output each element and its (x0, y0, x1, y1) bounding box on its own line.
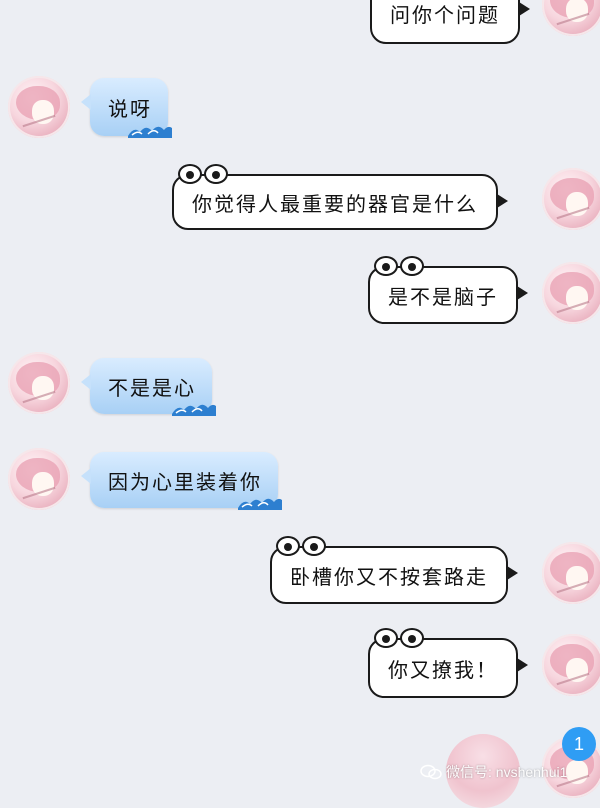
my-avatar[interactable] (542, 0, 600, 36)
my-avatar[interactable] (542, 168, 600, 230)
my-avatar[interactable] (542, 542, 600, 604)
chat-thread: 问你个问题 说呀 你觉得人最重要的器官是什么 是不是脑子 不是是心 因为心里装着… (0, 0, 600, 808)
my-avatar[interactable] (542, 634, 600, 696)
message-text: 卧槽你又不按套路走 (290, 564, 488, 589)
message-row-outgoing: 你觉得人最重要的器官是什么 (0, 160, 600, 240)
wave-decoration-icon (172, 404, 216, 416)
message-bubble-outgoing[interactable]: 是不是脑子 (368, 256, 528, 324)
contact-avatar[interactable] (8, 352, 70, 414)
my-avatar[interactable] (542, 262, 600, 324)
message-row-incoming: 说呀 (0, 72, 600, 142)
message-bubble-incoming[interactable]: 因为心里装着你 (81, 452, 282, 510)
message-text: 你觉得人最重要的器官是什么 (192, 191, 478, 216)
contact-avatar[interactable] (8, 448, 70, 510)
message-text: 是不是脑子 (388, 284, 498, 309)
eyes-decoration-icon (374, 256, 428, 278)
message-row-outgoing: 卧槽你又不按套路走 (0, 536, 600, 616)
message-text: 说呀 (108, 96, 152, 121)
message-text: 不是是心 (108, 375, 196, 400)
wechat-watermark: 微信号: nvshenhui1 (420, 762, 567, 782)
eyes-decoration-icon (374, 628, 428, 650)
message-bubble-outgoing[interactable]: 问你个问题 (370, 0, 530, 44)
message-text: 因为心里装着你 (108, 469, 262, 494)
message-bubble-incoming[interactable]: 说呀 (81, 78, 172, 138)
message-row-outgoing: 是不是脑子 (0, 256, 600, 338)
message-text: 你又撩我！ (388, 657, 498, 682)
wechat-icon (420, 764, 442, 780)
message-bubble-incoming[interactable]: 不是是心 (81, 358, 216, 416)
message-row-incoming: 因为心里装着你 (0, 446, 600, 516)
message-row-outgoing: 你又撩我！ (0, 628, 600, 708)
contact-avatar[interactable] (8, 76, 70, 138)
watermark-text: 微信号: nvshenhui1 (446, 764, 568, 780)
message-bubble-outgoing[interactable]: 你又撩我！ (368, 628, 528, 698)
message-row-outgoing: 问你个问题 (0, 0, 600, 46)
eyes-decoration-icon (178, 164, 232, 186)
message-bubble-outgoing[interactable]: 卧槽你又不按套路走 (270, 536, 518, 604)
wave-decoration-icon (128, 126, 172, 138)
message-bubble-outgoing[interactable]: 你觉得人最重要的器官是什么 (172, 164, 508, 230)
message-row-incoming: 不是是心 (0, 352, 600, 422)
wave-decoration-icon (238, 498, 282, 510)
unread-count-badge[interactable]: 1 (562, 727, 596, 761)
eyes-decoration-icon (276, 536, 330, 558)
message-text: 问你个问题 (390, 2, 500, 27)
